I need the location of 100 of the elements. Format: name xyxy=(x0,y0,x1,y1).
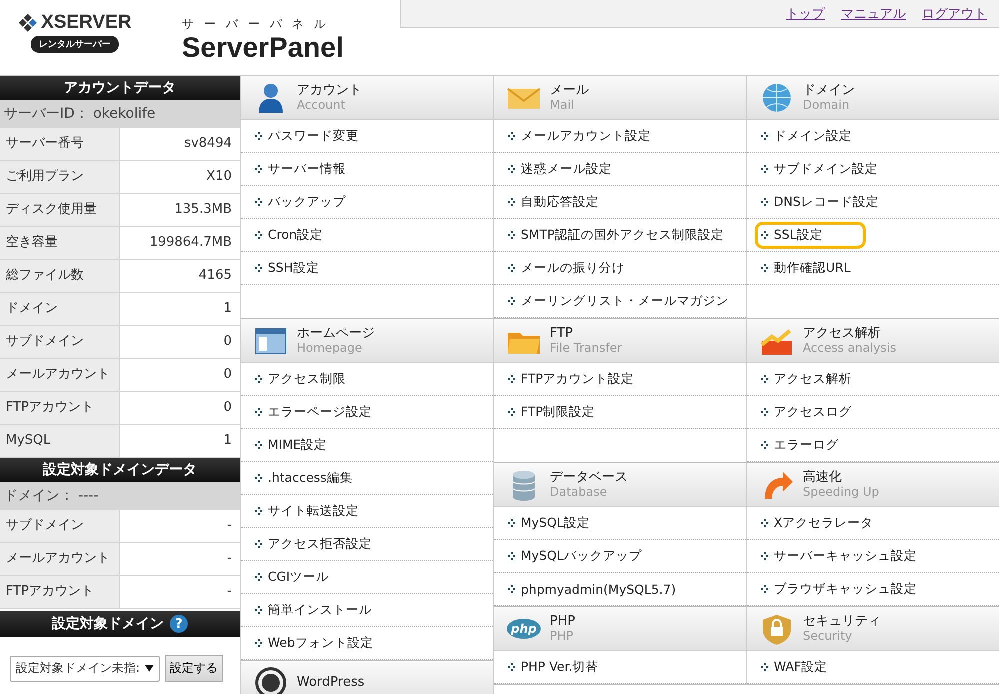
caret-icon xyxy=(145,665,154,672)
table-cell-text: 135.3MB xyxy=(174,201,233,219)
menu-link-text: ドメイン設定 xyxy=(774,128,852,144)
section-subtitle: File Transfer xyxy=(550,340,622,354)
menu-link[interactable]: サイト転送設定 xyxy=(249,498,365,524)
help-icon[interactable]: ? xyxy=(170,615,188,633)
menu-link[interactable]: サーバー情報 xyxy=(249,156,352,182)
menu-link-text: Xアクセラレータ xyxy=(774,514,874,532)
menu-link[interactable]: SSL設定 xyxy=(755,222,866,248)
menu-link[interactable]: Xアクセラレータ xyxy=(755,510,880,536)
menu-link[interactable]: Cron設定 xyxy=(249,222,330,248)
menu-link[interactable]: バックアップ xyxy=(249,188,352,216)
menu-link[interactable]: メールアカウント設定 xyxy=(502,122,657,150)
header-link[interactable]: ログアウト xyxy=(922,4,987,22)
menu-link[interactable]: MySQLバックアップ xyxy=(502,542,648,570)
section-subtitle: Access analysis xyxy=(803,340,896,354)
menu-link[interactable]: パスワード変更 xyxy=(249,122,365,150)
menu-link[interactable]: .htaccess編集 xyxy=(249,464,359,492)
table-cell-text: 0 xyxy=(222,333,233,351)
section-subtitle: Domain xyxy=(803,98,851,112)
menu-link-text: SMTP認証の国外アクセス制限設定 xyxy=(521,226,724,244)
menu-link[interactable]: MIME設定 xyxy=(249,432,334,458)
menu-link[interactable]: SMTP認証の国外アクセス制限設定 xyxy=(502,222,730,248)
bullet-arrow-icon xyxy=(508,230,516,240)
menu-link-text: メーリングリスト・メールマガジン xyxy=(521,292,729,310)
table-cell: サーバー番号 xyxy=(0,128,120,160)
menu-link[interactable]: 自動応答設定 xyxy=(502,188,605,216)
menu-link[interactable]: FTP制限設定 xyxy=(502,398,602,426)
table-cell-text: 0 xyxy=(222,399,233,417)
table-cell-text: sv8494 xyxy=(183,135,233,153)
table-cell: ご利用プラン xyxy=(0,161,120,193)
menu-link[interactable]: MySQL設定 xyxy=(502,510,596,536)
bullet-arrow-icon xyxy=(255,408,263,416)
bullet-arrow-icon xyxy=(255,606,263,614)
menu-link[interactable]: 迷惑メール設定 xyxy=(502,156,618,182)
bullet-arrow-icon xyxy=(761,264,769,272)
menu-link[interactable]: ドメイン設定 xyxy=(755,122,858,150)
menu-link[interactable]: アクセス制限 xyxy=(249,366,352,392)
bullet-arrow-icon xyxy=(255,638,263,648)
section-title: アカウント xyxy=(297,84,362,98)
menu-link[interactable]: CGIツール xyxy=(249,564,336,590)
table-cell-text: - xyxy=(226,583,233,601)
section-subtitle: Database xyxy=(550,484,608,498)
menu-link-text: SSL設定 xyxy=(774,226,823,244)
table-cell: メールアカウント xyxy=(0,359,120,391)
header-link[interactable]: マニュアル xyxy=(841,4,906,22)
menu-link[interactable]: エラーログ xyxy=(755,432,845,458)
bullet-arrow-icon xyxy=(508,264,516,272)
table-cell: メールアカウント xyxy=(0,543,120,575)
bullet-arrow-icon xyxy=(255,164,263,174)
bullet-arrow-icon xyxy=(255,474,263,482)
menu-link[interactable]: サブドメイン設定 xyxy=(755,156,884,182)
menu-link-text: 動作確認URL xyxy=(774,260,851,276)
table-cell-text: 0 xyxy=(222,366,233,384)
menu-link-text: SSH設定 xyxy=(268,260,320,276)
menu-link[interactable]: メールの振り分け xyxy=(502,254,631,282)
domain-select-field[interactable]: 設定対象ドメイン未指: xyxy=(10,656,160,682)
section-subtitle: Account xyxy=(297,98,346,112)
table-cell: 総ファイル数 xyxy=(0,260,120,292)
menu-link[interactable]: phpmyadmin(MySQL5.7) xyxy=(502,576,682,602)
menu-link[interactable]: サーバーキャッシュ設定 xyxy=(755,542,923,570)
menu-link-text: WAF設定 xyxy=(774,658,828,676)
menu-link[interactable]: 動作確認URL xyxy=(755,254,857,282)
table-cell-text: 1 xyxy=(222,432,233,450)
menu-link-text: アクセス解析 xyxy=(774,370,852,388)
menu-link[interactable]: ブラウザキャッシュ設定 xyxy=(755,576,923,602)
bullet-arrow-icon xyxy=(508,584,516,594)
menu-link-text: CGIツール xyxy=(268,568,330,586)
menu-link-text: アクセス拒否設定 xyxy=(268,536,372,552)
menu-link[interactable]: WAF設定 xyxy=(755,654,834,680)
menu-link[interactable]: アクセスログ xyxy=(755,398,858,426)
menu-link[interactable]: メーリングリスト・メールマガジン xyxy=(502,288,735,314)
logo-text: XSERVER xyxy=(41,12,132,34)
menu-link[interactable]: 簡単インストール xyxy=(249,596,378,624)
section-title: ホームページ xyxy=(297,326,375,340)
section-title: アクセス解析 xyxy=(803,326,882,340)
menu-link[interactable]: PHP Ver.切替 xyxy=(502,654,605,680)
bullet-arrow-icon xyxy=(255,440,263,450)
menu-link[interactable]: FTPアカウント設定 xyxy=(502,366,640,392)
menu-link[interactable]: Webフォント設定 xyxy=(249,630,380,656)
brand-title: ServerPanel xyxy=(182,33,344,63)
menu-link[interactable]: アクセス拒否設定 xyxy=(249,530,378,558)
section-title: セキュリティ xyxy=(803,614,881,628)
bullet-arrow-icon xyxy=(255,506,263,516)
bullet-arrow-icon xyxy=(255,198,263,206)
menu-link[interactable]: エラーページ設定 xyxy=(249,398,378,426)
menu-link[interactable]: SSH設定 xyxy=(249,254,326,282)
domain-text: ドメイン： ---- xyxy=(0,482,240,510)
section-title: 高速化 xyxy=(803,470,843,484)
menu-link-text: FTP制限設定 xyxy=(521,404,596,420)
menu-link-text: MySQL設定 xyxy=(521,514,590,532)
bullet-arrow-icon xyxy=(255,572,263,582)
section-subtitle: PHP xyxy=(550,628,574,642)
menu-link[interactable]: アクセス解析 xyxy=(755,366,858,392)
bullet-arrow-icon xyxy=(255,264,263,272)
header-link[interactable]: トップ xyxy=(786,4,825,22)
sidebar-title: 設定対象ドメインデータ xyxy=(0,458,240,482)
menu-link[interactable]: DNSレコード設定 xyxy=(755,188,885,216)
set-button[interactable]: 設定する xyxy=(165,655,223,682)
bullet-arrow-icon xyxy=(508,164,516,174)
